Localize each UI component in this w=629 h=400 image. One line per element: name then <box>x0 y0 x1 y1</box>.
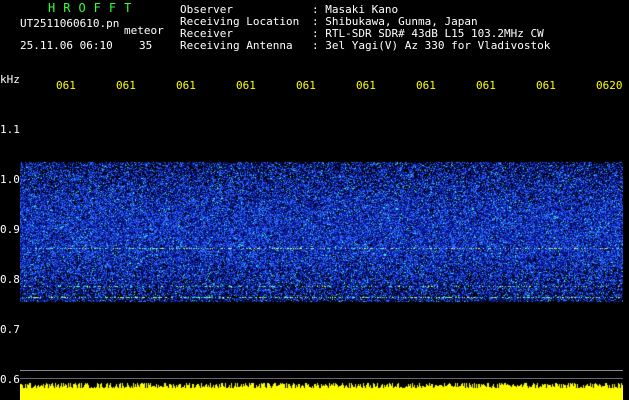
reference-line <box>20 370 623 371</box>
time-tick: 061 <box>296 79 316 92</box>
file-name: UT2511060610.pn <box>20 17 120 30</box>
hrofft-title: HROFFT <box>48 1 140 15</box>
time-tick: 061 <box>236 79 256 92</box>
freq-label: 0.7 <box>0 323 20 336</box>
frequency-unit: kHz <box>0 73 20 86</box>
freq-label: 1.1 <box>0 123 20 136</box>
meteor-count: 35 <box>139 39 153 52</box>
time-tick: 061 <box>356 79 376 92</box>
freq-label: 0.8 <box>0 273 20 286</box>
time-tick: 061 <box>116 79 136 92</box>
freq-label: 0.9 <box>0 223 20 236</box>
freq-label: 1.0 <box>0 173 20 186</box>
meteor-label: meteor <box>124 24 164 37</box>
spectrogram <box>20 100 623 400</box>
time-tick: 061 <box>476 79 496 92</box>
freq-label: 0.6 <box>0 373 20 386</box>
time-tick: 061 <box>176 79 196 92</box>
time-tick: 061 <box>416 79 436 92</box>
time-tick: 061 <box>536 79 556 92</box>
antenna-value: : 3el Yagi(V) Az 330 for Vladivostok <box>312 39 551 52</box>
antenna-key: Receiving Antenna <box>180 39 293 52</box>
time-tick: 0620 <box>596 79 623 92</box>
time-tick: 061 <box>56 79 76 92</box>
reference-line-lower <box>20 378 623 379</box>
observation-datetime: 25.11.06 06:10 <box>20 39 113 52</box>
